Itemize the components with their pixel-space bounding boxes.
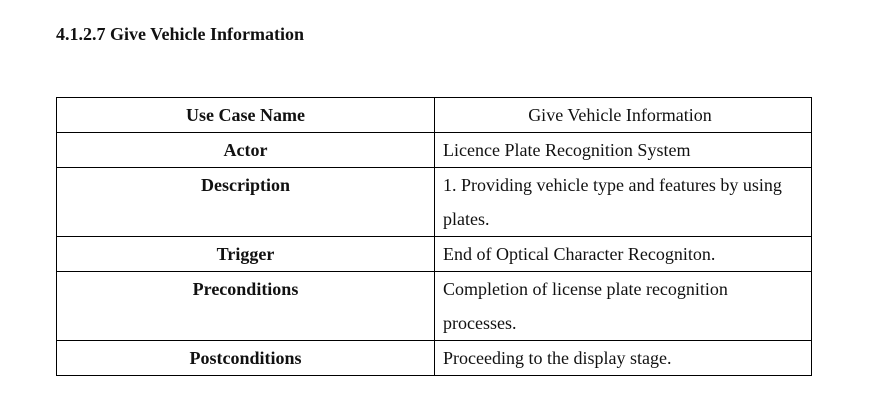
table-row-description: Description 1. Providing vehicle type an… (56, 167, 812, 237)
section-heading: 4.1.2.7 Give Vehicle Information (56, 24, 304, 44)
row-value-use-case-name: Give Vehicle Information (434, 97, 812, 133)
row-value-preconditions: Completion of license plate recognition … (434, 271, 812, 341)
row-label-preconditions: Preconditions (56, 271, 435, 341)
row-value-actor: Licence Plate Recognition System (434, 132, 812, 168)
use-case-table: Use Case Name Give Vehicle Information A… (56, 97, 812, 376)
row-value-description: 1. Providing vehicle type and features b… (434, 167, 812, 237)
table-row-actor: Actor Licence Plate Recognition System (56, 132, 812, 168)
table-row-postconditions: Postconditions Proceeding to the display… (56, 340, 812, 376)
table-row-preconditions: Preconditions Completion of license plat… (56, 271, 812, 341)
row-label-description: Description (56, 167, 435, 237)
row-value-trigger: End of Optical Character Recogniton. (434, 236, 812, 272)
table-row-use-case-name: Use Case Name Give Vehicle Information (56, 97, 812, 133)
table-row-trigger: Trigger End of Optical Character Recogni… (56, 236, 812, 272)
row-label-actor: Actor (56, 132, 435, 168)
row-label-use-case-name: Use Case Name (56, 97, 435, 133)
row-label-trigger: Trigger (56, 236, 435, 272)
row-value-postconditions: Proceeding to the display stage. (434, 340, 812, 376)
row-label-postconditions: Postconditions (56, 340, 435, 376)
